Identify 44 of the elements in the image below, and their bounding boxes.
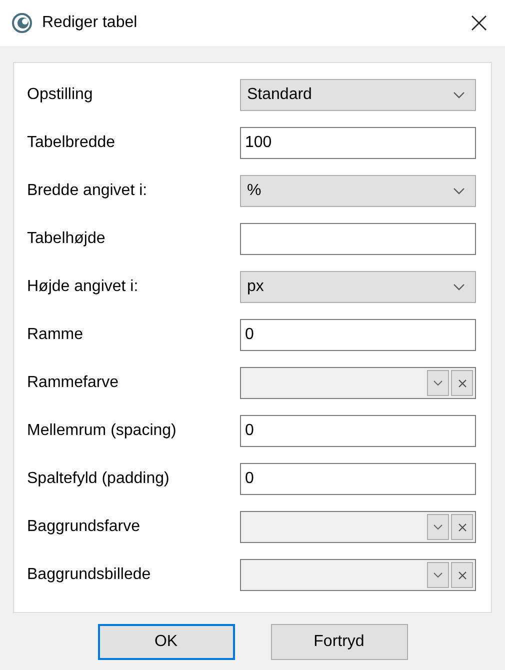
input-field[interactable]: 0 xyxy=(240,319,476,351)
field-label: Mellemrum (spacing) xyxy=(27,421,176,441)
dropdown-value: % xyxy=(247,181,262,201)
field-label: Spaltefyld (padding) xyxy=(27,469,170,489)
input-field[interactable]: 100 xyxy=(240,127,476,159)
chevron-icon xyxy=(433,380,443,386)
clear-button[interactable] xyxy=(451,370,473,396)
clear-button[interactable] xyxy=(451,514,473,540)
app-logo-icon xyxy=(12,13,32,33)
field-label: Højde angivet i: xyxy=(27,277,138,297)
dropdown[interactable]: px xyxy=(240,271,476,303)
close-icon xyxy=(458,378,466,388)
chevron-icon xyxy=(453,91,465,99)
dropdown-button[interactable] xyxy=(427,562,449,588)
dropdown-button[interactable] xyxy=(427,514,449,540)
field-label: Ramme xyxy=(27,325,84,345)
chevron-icon xyxy=(453,283,465,291)
field-label: Baggrundsbillede xyxy=(27,565,151,585)
input-field[interactable]: 0 xyxy=(240,415,476,447)
dialog-button[interactable]: OK xyxy=(98,624,234,660)
chevron-icon xyxy=(453,187,465,195)
dropdown-value: px xyxy=(247,277,264,297)
color-picker[interactable] xyxy=(240,367,476,399)
field-label: Baggrundsfarve xyxy=(27,517,140,537)
dropdown-value: Standard xyxy=(247,85,312,105)
input-field[interactable] xyxy=(240,223,476,255)
clear-button[interactable] xyxy=(451,562,473,588)
dialog-button[interactable]: Fortryd xyxy=(270,624,408,660)
field-label: Opstilling xyxy=(27,85,93,105)
chevron-icon xyxy=(433,572,443,578)
window-title: Rediger tabel xyxy=(42,13,138,33)
close-icon[interactable] xyxy=(471,15,487,31)
field-label: Bredde angivet i: xyxy=(27,181,148,201)
dropdown[interactable]: Standard xyxy=(240,79,476,111)
color-picker[interactable] xyxy=(240,511,476,543)
field-label: Rammefarve xyxy=(27,373,119,393)
field-label: Tabelhøjde xyxy=(27,229,106,249)
close-icon xyxy=(458,522,466,532)
chevron-icon xyxy=(433,524,443,530)
dropdown[interactable]: % xyxy=(240,175,476,207)
input-field[interactable]: 0 xyxy=(240,463,476,495)
field-label: Tabelbredde xyxy=(27,133,116,153)
color-picker[interactable] xyxy=(240,559,476,591)
close-icon xyxy=(458,570,466,580)
